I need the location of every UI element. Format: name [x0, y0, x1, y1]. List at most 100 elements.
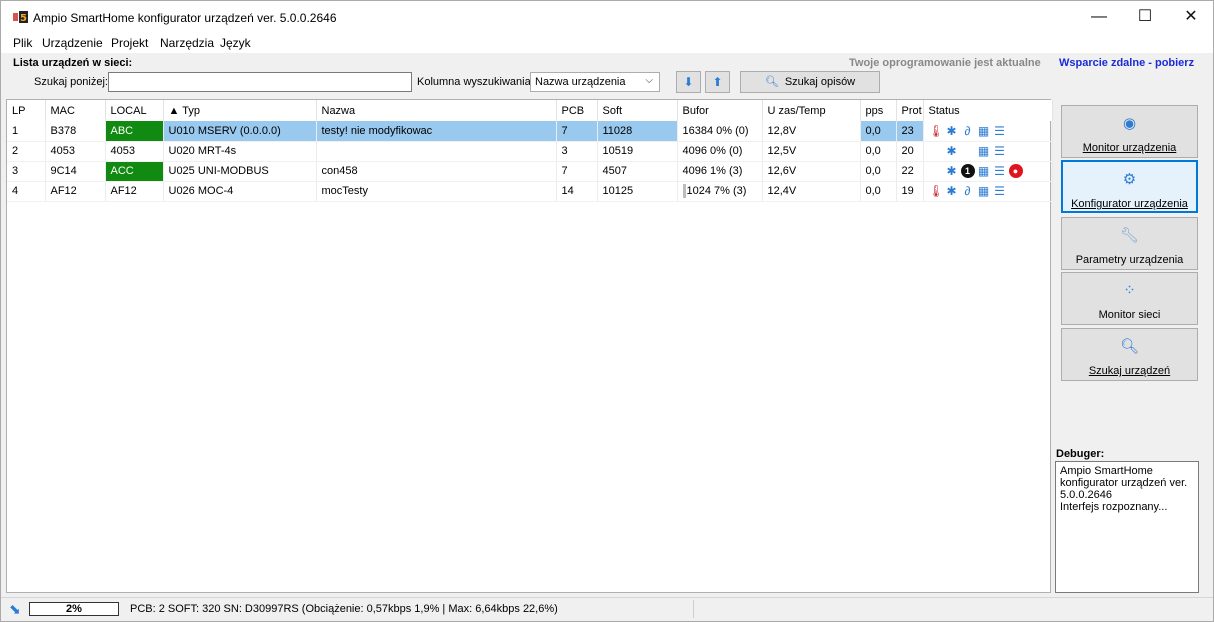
- search-descriptions-button[interactable]: 🔍︎ Szukaj opisów: [740, 71, 880, 93]
- cell-pcb: 7: [556, 121, 598, 142]
- menu-urzadzenie[interactable]: Urządzenie: [42, 36, 103, 50]
- gear-icon[interactable]: ✱: [945, 184, 959, 198]
- col-lp[interactable]: LP: [7, 100, 46, 121]
- menu-narzedzia[interactable]: Narzędzia: [160, 36, 214, 50]
- search-devices-label: Szukaj urządzeń: [1088, 365, 1171, 377]
- col-pps[interactable]: pps: [860, 100, 897, 121]
- col-mac[interactable]: MAC: [45, 100, 106, 121]
- menu-jezyk[interactable]: Język: [220, 36, 251, 50]
- cell-typ: U025 UNI-MODBUS: [163, 161, 317, 182]
- grid-icon[interactable]: ▦: [977, 124, 991, 138]
- search-descriptions-label: Szukaj opisów: [784, 76, 856, 88]
- gear-icon[interactable]: ✱: [945, 164, 959, 178]
- menu-plik[interactable]: Plik: [13, 36, 32, 50]
- grid-icon[interactable]: ▦: [977, 164, 991, 178]
- svg-text:5: 5: [20, 13, 27, 24]
- cell-typ: U010 MSERV (0.0.0.0): [163, 121, 317, 142]
- col-uzas[interactable]: U zas/Temp: [762, 100, 861, 121]
- cell-soft: 11028: [597, 121, 678, 142]
- gear-icon[interactable]: ✱: [945, 144, 959, 158]
- minimize-button[interactable]: —: [1076, 1, 1122, 33]
- link-icon[interactable]: ∂: [961, 124, 975, 138]
- document-icon[interactable]: ☰: [993, 124, 1007, 138]
- error-icon[interactable]: ●: [1008, 164, 1023, 178]
- cell-prot: 22: [896, 161, 924, 182]
- link-icon[interactable]: ∂: [961, 184, 975, 198]
- thermometer-icon[interactable]: 🌡︎: [929, 124, 944, 138]
- arrow-up-icon: ⬆: [712, 75, 723, 89]
- search-column-select[interactable]: Nazwa urządzenia ⌵: [530, 72, 660, 92]
- col-typ[interactable]: ▲ Typ: [163, 100, 317, 121]
- device-configurator-button[interactable]: ⚙ Konfigurator urządzenia: [1061, 160, 1198, 213]
- cell-soft: 10519: [597, 141, 678, 162]
- search-column-label: Kolumna wyszukiwania:: [417, 76, 534, 88]
- chevron-down-icon: ⌵: [645, 75, 653, 86]
- search-input[interactable]: [108, 72, 412, 92]
- title-bar: 5 Ampio SmartHome konfigurator urządzeń …: [1, 1, 1213, 33]
- cell-nazwa: mocTesty: [316, 181, 557, 202]
- cell-uzas: 12,8V: [762, 121, 861, 142]
- cell-uzas: 12,4V: [762, 181, 861, 202]
- cell-pps: 0,0: [860, 141, 897, 162]
- network-monitor-label: Monitor sieci: [1098, 309, 1161, 321]
- cell-pcb: 7: [556, 161, 598, 182]
- device-parameters-button[interactable]: 🔧︎ Parametry urządzenia: [1061, 217, 1198, 270]
- table-row[interactable]: 1 B378 ABC U010 MSERV (0.0.0.0) testy! n…: [7, 121, 1053, 142]
- thermometer-icon[interactable]: 🌡︎: [929, 184, 944, 198]
- cell-soft: 4507: [597, 161, 678, 182]
- number-one-icon[interactable]: 1: [960, 164, 975, 178]
- network-monitor-button[interactable]: ⁘ Monitor sieci: [1061, 272, 1198, 325]
- table-row[interactable]: 4 AF12 AF12 U026 MOC-4 mocTesty 14 10125…: [7, 181, 1053, 202]
- gears-icon: ⚙: [1122, 171, 1137, 188]
- cell-bufor: 4096 0% (0): [677, 141, 763, 162]
- document-icon[interactable]: ☰: [993, 144, 1007, 158]
- window-title: Ampio SmartHome konfigurator urządzeń ve…: [33, 11, 337, 25]
- table-row[interactable]: 2 4053 4053 U020 MRT-4s 3 10519 4096 0% …: [7, 141, 1053, 162]
- col-soft[interactable]: Soft: [597, 100, 678, 121]
- cell-nazwa: [316, 141, 557, 162]
- cell-mac: 4053: [45, 141, 106, 162]
- debugger-output[interactable]: Ampio SmartHome konfigurator urządzeń ve…: [1055, 461, 1199, 593]
- cell-nazwa: con458: [316, 161, 557, 182]
- remote-support-link[interactable]: Wsparcie zdalne - pobierz: [1059, 57, 1194, 69]
- search-up-button[interactable]: ⬆: [705, 71, 730, 93]
- cell-soft: 10125: [597, 181, 678, 202]
- cell-bufor: 16384 0% (0): [677, 121, 763, 142]
- menu-projekt[interactable]: Projekt: [111, 36, 148, 50]
- col-bufor[interactable]: Bufor: [677, 100, 763, 121]
- cell-bufor: 4096 1% (3): [677, 161, 763, 182]
- col-prot[interactable]: Prot: [896, 100, 924, 121]
- cell-typ: U020 MRT-4s: [163, 141, 317, 162]
- device-monitor-button[interactable]: ◉ Monitor urządzenia: [1061, 105, 1198, 158]
- cell-bufor-text: 1024 7% (3): [686, 184, 747, 197]
- col-nazwa[interactable]: Nazwa: [316, 100, 557, 121]
- debugger-label: Debuger:: [1056, 448, 1105, 460]
- close-button[interactable]: ✕: [1168, 1, 1213, 33]
- grid-icon[interactable]: ▦: [977, 144, 991, 158]
- grid-icon[interactable]: ▦: [977, 184, 991, 198]
- col-pcb[interactable]: PCB: [556, 100, 598, 121]
- search-down-button[interactable]: ⬇: [676, 71, 701, 93]
- gear-icon[interactable]: ✱: [945, 124, 959, 138]
- cell-prot: 19: [896, 181, 924, 202]
- col-local[interactable]: LOCAL: [105, 100, 164, 121]
- table-row[interactable]: 3 9C14 ACC U025 UNI-MODBUS con458 7 4507…: [7, 161, 1053, 182]
- update-status-text: Twoje oprogramowanie jest aktualne: [849, 57, 1041, 69]
- cell-status: 🌡︎ ✱ ∂ ▦ ☰: [923, 121, 1053, 142]
- document-icon[interactable]: ☰: [993, 164, 1007, 178]
- cell-lp: 2: [7, 141, 46, 162]
- cell-pcb: 3: [556, 141, 598, 162]
- search-devices-button[interactable]: 🔍︎ Szukaj urządzeń: [1061, 328, 1198, 381]
- status-info-text: PCB: 2 SOFT: 320 SN: D30997RS (Obciążeni…: [130, 603, 558, 615]
- cell-bufor: 1024 7% (3): [677, 181, 763, 202]
- app-logo-icon: 5: [13, 11, 28, 24]
- cell-status: ✱ 1 ▦ ☰ ●: [923, 161, 1053, 182]
- cell-bufor-text: 16384 0% (0): [682, 124, 749, 137]
- maximize-button[interactable]: ☐: [1122, 1, 1168, 33]
- search-icon: 🔍︎: [764, 76, 779, 88]
- menu-bar: Plik Urządzenie Projekt Narzędzia Język: [1, 33, 1213, 53]
- cell-uzas: 12,6V: [762, 161, 861, 182]
- document-icon[interactable]: ☰: [993, 184, 1007, 198]
- col-status[interactable]: Status: [923, 100, 1053, 121]
- spinner-icon: ⁘: [1123, 282, 1136, 299]
